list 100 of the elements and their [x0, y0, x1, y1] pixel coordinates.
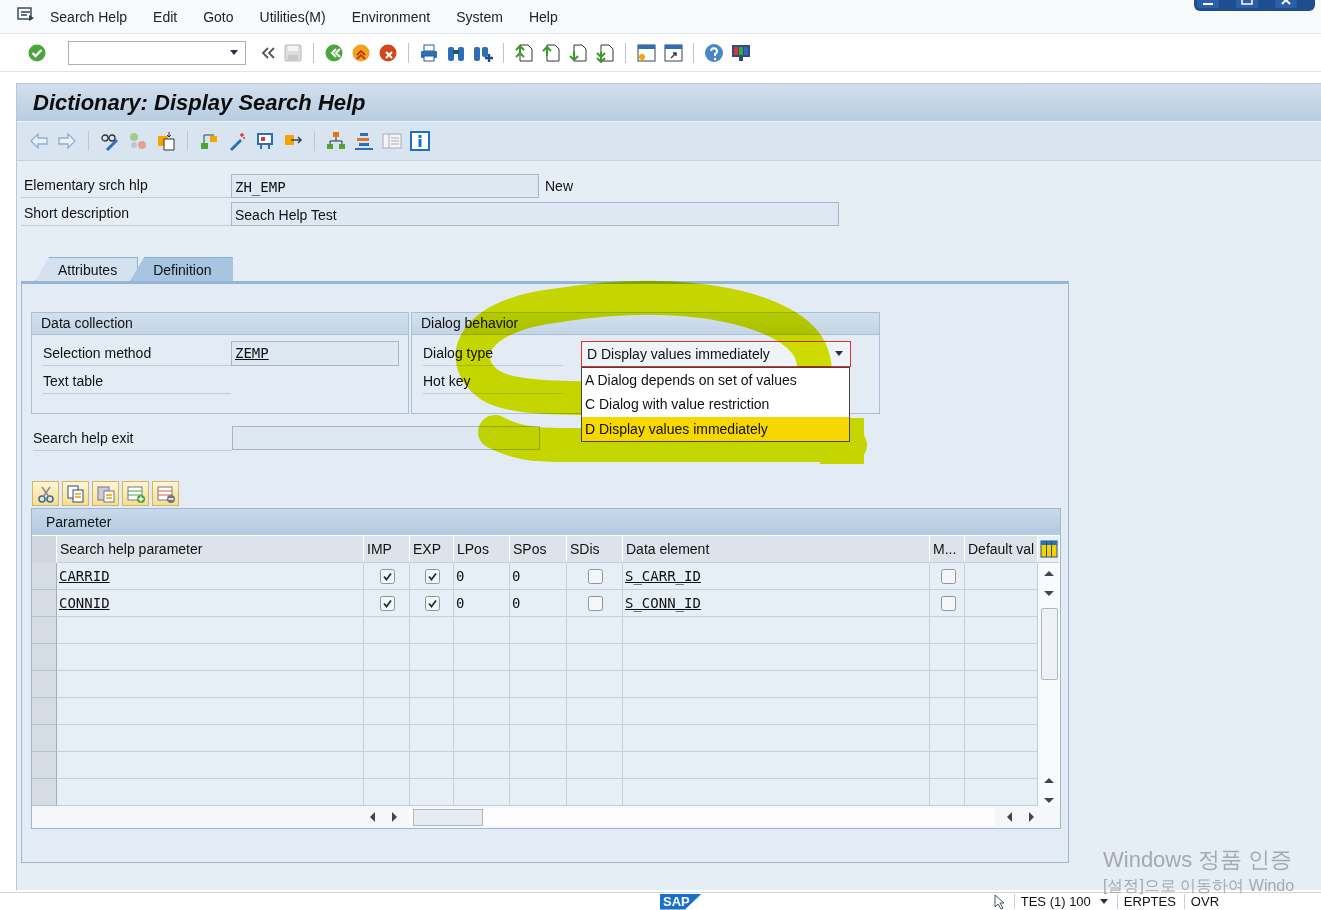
table-cell: [930, 725, 965, 752]
menu-item[interactable]: Utilities(M): [259, 8, 326, 25]
column-header[interactable]: EXP: [410, 536, 454, 563]
checkbox[interactable]: [425, 595, 440, 611]
table-cell: [454, 779, 510, 806]
next-page-icon[interactable]: [568, 42, 588, 63]
table-cell: 0: [510, 590, 567, 617]
table-title: Parameter: [32, 509, 1060, 535]
previous-page-icon[interactable]: [541, 42, 561, 63]
checkbox[interactable]: [425, 568, 440, 584]
table-cell: [454, 617, 510, 644]
column-header[interactable]: IMP: [364, 536, 410, 563]
table-cell: [364, 725, 410, 752]
dropdown-option[interactable]: D Display values immediately: [582, 416, 849, 441]
table-cell: [930, 752, 965, 779]
nodes-icon[interactable]: [199, 131, 219, 151]
input-field[interactable]: Seach Help Test: [231, 201, 839, 226]
monitor-icon[interactable]: [731, 42, 751, 63]
checkbox[interactable]: [940, 595, 956, 611]
scroll-down-icon[interactable]: [1042, 588, 1056, 599]
table-cell: [510, 671, 567, 698]
column-header[interactable]: M...: [930, 536, 965, 563]
column-header[interactable]: Search help parameter: [57, 536, 364, 563]
copy-button[interactable]: [62, 481, 89, 506]
new-window-icon[interactable]: [636, 42, 656, 63]
table-cell[interactable]: CONNID: [57, 590, 364, 617]
menu-item[interactable]: Environment: [351, 8, 431, 25]
table-cell: [567, 644, 623, 671]
column-header[interactable]: SDis: [567, 536, 623, 563]
table-cell[interactable]: S_CONN_ID: [623, 590, 930, 617]
last-page-icon[interactable]: [595, 42, 615, 63]
table-cell: [410, 779, 454, 806]
menu-item[interactable]: Search Help: [50, 8, 128, 25]
stack-icon[interactable]: [354, 131, 374, 151]
dropdown-option[interactable]: A Dialog depends on set of values: [582, 367, 849, 392]
column-header[interactable]: SPos: [510, 536, 567, 563]
cancel-icon[interactable]: [378, 42, 398, 63]
table-cell: 0: [454, 563, 510, 590]
table-cell: [454, 644, 510, 671]
hierarchy-icon[interactable]: [326, 131, 346, 151]
paste-icon: [95, 483, 116, 504]
column-header[interactable]: Data element: [623, 536, 930, 563]
back-icon[interactable]: [324, 42, 344, 63]
input-field[interactable]: ZEMP: [231, 341, 399, 366]
table-cell: [410, 752, 454, 779]
menu-item[interactable]: Goto: [203, 8, 234, 25]
table-cell: [364, 779, 410, 806]
scroll-up-icon[interactable]: [1042, 775, 1056, 786]
help-icon[interactable]: [704, 42, 724, 63]
shortcut-icon[interactable]: [663, 42, 683, 63]
tab[interactable]: Attributes: [35, 257, 139, 281]
caret-icon[interactable]: [229, 48, 239, 57]
columns-icon[interactable]: [1039, 540, 1058, 558]
scroll-up-icon[interactable]: [1042, 568, 1056, 579]
field-label: Short description: [21, 201, 231, 226]
scrollbar-thumb[interactable]: [413, 808, 483, 826]
menu-item[interactable]: Help: [528, 8, 558, 25]
insert-row-icon: [125, 483, 146, 504]
screen-title: Dictionary: Display Search Help: [33, 89, 366, 116]
dropdown-option[interactable]: C Dialog with value restriction: [582, 392, 849, 417]
menu-item[interactable]: System: [456, 8, 503, 25]
checkbox[interactable]: [588, 568, 603, 584]
table-cell: [364, 698, 410, 725]
table-cell[interactable]: CARRID: [57, 563, 364, 590]
scrollbar-thumb[interactable]: [1040, 608, 1058, 680]
print-icon[interactable]: [419, 42, 439, 63]
table-cell: [510, 752, 567, 779]
paste-button[interactable]: [92, 481, 119, 506]
column-header[interactable]: Default val: [965, 536, 1038, 563]
column-header[interactable]: LPos: [454, 536, 510, 563]
checkbox[interactable]: [380, 595, 395, 611]
checkbox[interactable]: [940, 568, 956, 584]
insert-mode: OVR: [1183, 894, 1219, 909]
copy-icon: [65, 483, 86, 504]
menu-item[interactable]: Edit: [153, 8, 178, 25]
info-icon[interactable]: [410, 131, 430, 151]
checkbox[interactable]: [380, 568, 395, 584]
caret-icon[interactable]: [834, 349, 844, 358]
input-field[interactable]: ZH_EMP: [231, 173, 539, 198]
table-cell: [510, 644, 567, 671]
table-cell: [410, 644, 454, 671]
delete-row-button[interactable]: [152, 481, 179, 506]
first-page-icon[interactable]: [514, 42, 534, 63]
caret-icon[interactable]: [1098, 897, 1109, 906]
scissors-button[interactable]: [32, 481, 59, 506]
tab[interactable]: Definition: [130, 257, 233, 281]
frame-icon[interactable]: [255, 131, 275, 151]
exit-icon[interactable]: [351, 42, 371, 63]
command-field[interactable]: [68, 40, 246, 65]
insert-row-button[interactable]: [122, 481, 149, 506]
table-cell: [930, 644, 965, 671]
check-icon[interactable]: [27, 42, 47, 63]
document-swap-icon[interactable]: [156, 131, 176, 151]
delete-row-icon: [155, 483, 176, 504]
server-name: ERPTES: [1116, 894, 1176, 909]
glasses-pencil-icon[interactable]: [100, 131, 120, 151]
group-title: Data collection: [32, 313, 408, 335]
menu-icon[interactable]: [17, 5, 35, 22]
table-cell[interactable]: S_CARR_ID: [623, 563, 930, 590]
checkbox[interactable]: [588, 595, 603, 611]
